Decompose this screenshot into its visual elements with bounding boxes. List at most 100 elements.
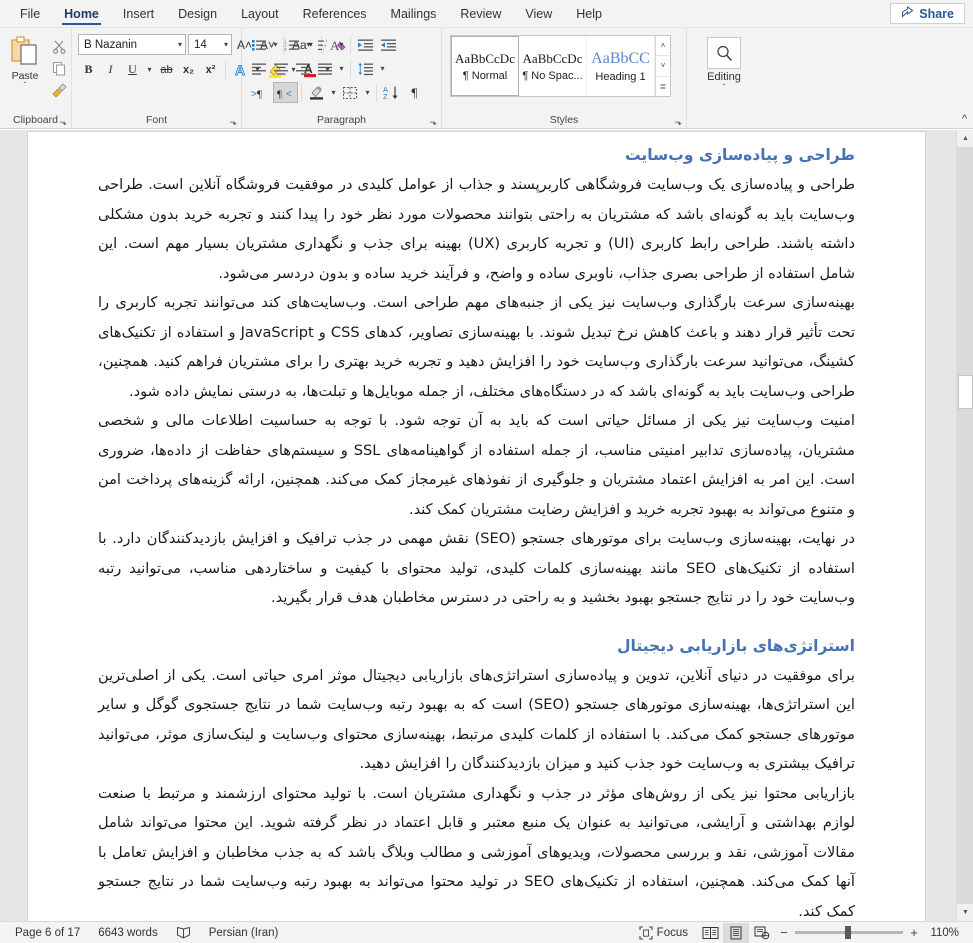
multilevel-caret[interactable]: ▾ [336,34,347,55]
numbered-list-icon: 1 2 3 [284,38,299,51]
paragraph-dialog-launcher[interactable]: ⬎ [429,118,437,127]
underline-dropdown-caret[interactable]: ▾ [144,59,155,80]
tab-view[interactable]: View [513,0,564,27]
subscript-button[interactable]: x₂ [178,59,199,80]
web-layout-button[interactable] [749,923,775,943]
decrease-indent-icon [358,39,373,51]
editing-button[interactable]: Editing ˇ [695,31,753,92]
paragraph-1-4: در نهایت، بهینه‌سازی وب‌سایت برای موتوره… [98,530,855,606]
align-left-button[interactable] [248,58,270,79]
clipboard-dialog-launcher[interactable]: ⬎ [59,118,67,127]
editing-caret[interactable]: ˇ [723,83,726,92]
zoom-slider-thumb[interactable] [845,926,851,939]
numbering-button[interactable]: 1 2 3 [281,34,303,55]
align-left-icon [252,63,266,75]
tab-help[interactable]: Help [564,0,614,27]
focus-mode-button[interactable]: Focus [630,925,697,940]
bold-button[interactable]: B [78,59,99,80]
page-info[interactable]: Page 6 of 17 [6,927,89,939]
numbering-caret[interactable]: ▾ [303,34,314,55]
style-normal[interactable]: AaBbCcDc ¶ Normal [451,36,519,96]
font-dialog-launcher[interactable]: ⬎ [229,118,237,127]
document-canvas[interactable]: طراحی و پیاده‌سازی وب‌سایت طراحی و پیاده… [0,130,973,921]
tab-review[interactable]: Review [448,0,513,27]
word-count[interactable]: 6643 words [89,927,166,939]
ltr-text-direction-button[interactable]: > ¶ [248,82,273,103]
zoom-level[interactable]: 110% [925,927,959,939]
font-size-value: 14 [194,38,207,51]
tab-file[interactable]: File [8,0,52,27]
sort-button[interactable]: A Z [380,82,404,103]
scrollbar-thumb[interactable] [958,375,973,409]
tab-home[interactable]: Home [52,0,111,27]
borders-caret[interactable]: ▾ [362,82,373,103]
document-page[interactable]: طراحی و پیاده‌سازی وب‌سایت طراحی و پیاده… [28,132,925,921]
zoom-out-button[interactable]: − [779,925,789,940]
copy-button[interactable] [49,58,69,78]
svg-text:3: 3 [284,46,287,51]
show-formatting-marks-button[interactable]: ¶ [404,82,425,103]
zoom-in-button[interactable]: + [909,925,919,940]
shading-button[interactable] [305,82,328,103]
proofing-status[interactable] [167,926,200,940]
shading-caret[interactable]: ▾ [328,82,339,103]
line-spacing-button[interactable] [354,58,377,79]
paragraph-row-3: > ¶ ¶ < ▾ ▾ A Z ¶ [246,79,425,103]
print-layout-button[interactable] [723,922,749,943]
format-painter-button[interactable] [49,80,69,100]
decrease-indent-button[interactable] [354,34,377,55]
style-heading-1-preview: AaBbCС [591,49,650,67]
vertical-scrollbar[interactable]: ▲ ▼ [956,130,973,921]
increase-indent-button[interactable] [377,34,400,55]
read-mode-icon [702,926,718,939]
tab-layout[interactable]: Layout [229,0,291,27]
justify-caret[interactable]: ▾ [336,58,347,79]
font-name-combobox[interactable]: B Nazanin ▾ [78,34,186,55]
multilevel-list-button[interactable]: 1 a i [314,34,336,55]
font-size-combobox[interactable]: 14 ▾ [188,34,232,55]
tab-insert[interactable]: Insert [111,0,166,27]
justify-button[interactable] [314,58,336,79]
read-mode-button[interactable] [697,923,723,943]
collapse-ribbon-icon[interactable]: ^ [962,113,967,125]
paragraph-1-2: بهینه‌سازی سرعت بارگذاری وب‌سایت نیز یکی… [98,294,856,400]
paste-button[interactable]: Paste ˇ [2,31,48,90]
section-heading-2: استراتژی‌های بازاریابی دیجیتال [617,636,855,655]
bullets-caret[interactable]: ▾ [270,34,281,55]
increase-indent-icon [381,39,396,51]
tab-design[interactable]: Design [166,0,229,27]
borders-button[interactable] [339,82,362,103]
language-indicator[interactable]: Persian (Iran) [200,927,288,939]
zoom-slider[interactable] [795,926,903,939]
document-body[interactable]: طراحی و پیاده‌سازی وب‌سایت طراحی و پیاده… [28,132,925,921]
share-button[interactable]: Share [890,3,965,24]
line-spacing-caret[interactable]: ▾ [377,58,388,79]
align-right-button[interactable] [292,58,314,79]
styles-scroll-buttons: ˄ ˅ ≣ [655,36,670,96]
copy-icon [52,61,65,75]
style-no-spacing[interactable]: AaBbCcDc ¶ No Spac... [519,36,587,96]
scroll-up-arrow-icon[interactable]: ▲ [957,130,973,147]
share-label: Share [919,6,954,21]
superscript-button[interactable]: x² [200,59,221,80]
cut-button[interactable] [49,36,69,56]
tab-references[interactable]: References [291,0,379,27]
align-center-button[interactable] [270,58,292,79]
scrollbar-track[interactable] [957,147,973,904]
focus-label: Focus [656,926,688,939]
paragraph-row-2: ▾ ▾ [246,55,425,79]
tab-mailings[interactable]: Mailings [379,0,449,27]
scroll-down-arrow-icon[interactable]: ▼ [957,904,973,921]
styles-scroll-up-icon[interactable]: ˄ [656,36,670,57]
styles-more-icon[interactable]: ≣ [656,77,670,96]
rtl-text-direction-button[interactable]: ¶ < [273,82,298,103]
paste-dropdown-caret[interactable]: ˇ [24,82,27,90]
styles-dialog-launcher[interactable]: ⬎ [674,118,682,127]
italic-button[interactable]: I [100,59,121,80]
underline-button[interactable]: U [122,59,143,80]
bullets-button[interactable] [248,34,270,55]
strikethrough-button[interactable]: ab [156,59,177,80]
style-heading-1[interactable]: AaBbCС Heading 1 [587,36,655,96]
styles-scroll-down-icon[interactable]: ˅ [656,56,670,77]
